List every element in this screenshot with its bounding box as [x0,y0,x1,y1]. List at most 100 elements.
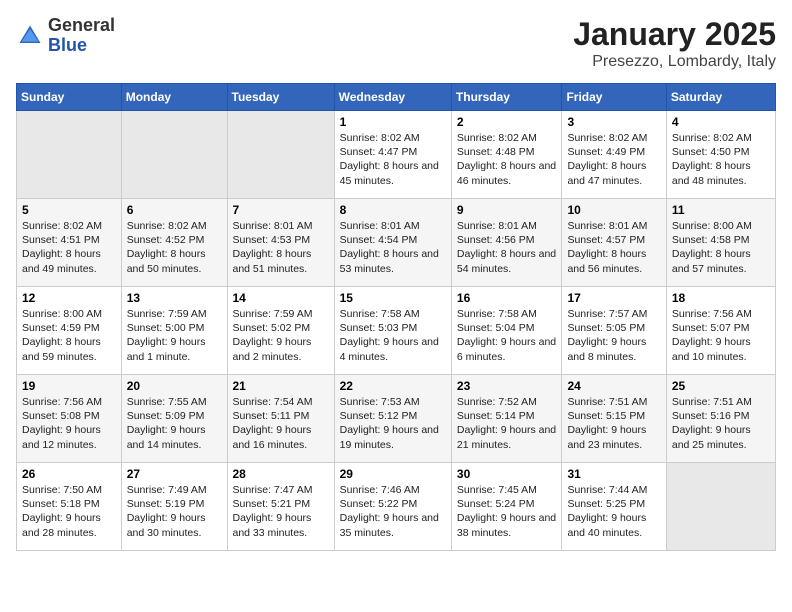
calendar-week-row: 1 Sunrise: 8:02 AMSunset: 4:47 PMDayligh… [17,111,776,199]
day-number: 12 [22,291,116,305]
day-info: Sunrise: 7:56 AMSunset: 5:08 PMDaylight:… [22,395,116,452]
day-info: Sunrise: 7:58 AMSunset: 5:04 PMDaylight:… [457,307,557,364]
calendar-cell: 2 Sunrise: 8:02 AMSunset: 4:48 PMDayligh… [451,111,562,199]
calendar-week-row: 12 Sunrise: 8:00 AMSunset: 4:59 PMDaylig… [17,287,776,375]
day-info: Sunrise: 7:51 AMSunset: 5:15 PMDaylight:… [567,395,660,452]
calendar-cell [227,111,334,199]
logo: General Blue [16,16,115,56]
calendar-week-row: 5 Sunrise: 8:02 AMSunset: 4:51 PMDayligh… [17,199,776,287]
calendar-cell [121,111,227,199]
day-number: 14 [233,291,329,305]
day-number: 25 [672,379,770,393]
header-day: Sunday [17,84,122,111]
day-number: 1 [340,115,446,129]
day-number: 5 [22,203,116,217]
logo-blue: Blue [48,36,115,56]
calendar-cell: 30 Sunrise: 7:45 AMSunset: 5:24 PMDaylig… [451,463,562,551]
calendar-cell [17,111,122,199]
logo-icon [16,22,44,50]
day-info: Sunrise: 7:47 AMSunset: 5:21 PMDaylight:… [233,483,329,540]
calendar-cell: 1 Sunrise: 8:02 AMSunset: 4:47 PMDayligh… [334,111,451,199]
calendar-cell: 13 Sunrise: 7:59 AMSunset: 5:00 PMDaylig… [121,287,227,375]
day-info: Sunrise: 8:00 AMSunset: 4:58 PMDaylight:… [672,219,770,276]
calendar-cell: 24 Sunrise: 7:51 AMSunset: 5:15 PMDaylig… [562,375,666,463]
day-number: 9 [457,203,557,217]
day-info: Sunrise: 7:50 AMSunset: 5:18 PMDaylight:… [22,483,116,540]
day-info: Sunrise: 7:54 AMSunset: 5:11 PMDaylight:… [233,395,329,452]
calendar-week-row: 26 Sunrise: 7:50 AMSunset: 5:18 PMDaylig… [17,463,776,551]
day-number: 24 [567,379,660,393]
day-info: Sunrise: 8:01 AMSunset: 4:57 PMDaylight:… [567,219,660,276]
header-day: Saturday [666,84,775,111]
day-number: 11 [672,203,770,217]
calendar-cell: 26 Sunrise: 7:50 AMSunset: 5:18 PMDaylig… [17,463,122,551]
day-info: Sunrise: 8:01 AMSunset: 4:56 PMDaylight:… [457,219,557,276]
day-info: Sunrise: 7:52 AMSunset: 5:14 PMDaylight:… [457,395,557,452]
calendar-cell: 22 Sunrise: 7:53 AMSunset: 5:12 PMDaylig… [334,375,451,463]
header-day: Friday [562,84,666,111]
day-info: Sunrise: 7:57 AMSunset: 5:05 PMDaylight:… [567,307,660,364]
day-number: 2 [457,115,557,129]
day-number: 22 [340,379,446,393]
calendar-cell: 28 Sunrise: 7:47 AMSunset: 5:21 PMDaylig… [227,463,334,551]
day-number: 31 [567,467,660,481]
day-info: Sunrise: 8:01 AMSunset: 4:54 PMDaylight:… [340,219,446,276]
day-info: Sunrise: 7:46 AMSunset: 5:22 PMDaylight:… [340,483,446,540]
day-number: 21 [233,379,329,393]
calendar-cell: 21 Sunrise: 7:54 AMSunset: 5:11 PMDaylig… [227,375,334,463]
day-info: Sunrise: 7:56 AMSunset: 5:07 PMDaylight:… [672,307,770,364]
calendar-cell: 12 Sunrise: 8:00 AMSunset: 4:59 PMDaylig… [17,287,122,375]
calendar-cell: 3 Sunrise: 8:02 AMSunset: 4:49 PMDayligh… [562,111,666,199]
day-info: Sunrise: 7:51 AMSunset: 5:16 PMDaylight:… [672,395,770,452]
calendar-title: January 2025 [573,16,776,53]
day-info: Sunrise: 8:01 AMSunset: 4:53 PMDaylight:… [233,219,329,276]
calendar-week-row: 19 Sunrise: 7:56 AMSunset: 5:08 PMDaylig… [17,375,776,463]
calendar-cell: 14 Sunrise: 7:59 AMSunset: 5:02 PMDaylig… [227,287,334,375]
header-day: Wednesday [334,84,451,111]
calendar-cell: 10 Sunrise: 8:01 AMSunset: 4:57 PMDaylig… [562,199,666,287]
day-number: 17 [567,291,660,305]
calendar-table: SundayMondayTuesdayWednesdayThursdayFrid… [16,83,776,551]
header-day: Thursday [451,84,562,111]
day-info: Sunrise: 7:59 AMSunset: 5:02 PMDaylight:… [233,307,329,364]
calendar-cell: 6 Sunrise: 8:02 AMSunset: 4:52 PMDayligh… [121,199,227,287]
day-number: 7 [233,203,329,217]
logo-general: General [48,16,115,36]
calendar-cell: 11 Sunrise: 8:00 AMSunset: 4:58 PMDaylig… [666,199,775,287]
day-number: 3 [567,115,660,129]
day-info: Sunrise: 7:45 AMSunset: 5:24 PMDaylight:… [457,483,557,540]
header-row: SundayMondayTuesdayWednesdayThursdayFrid… [17,84,776,111]
calendar-cell: 19 Sunrise: 7:56 AMSunset: 5:08 PMDaylig… [17,375,122,463]
day-info: Sunrise: 8:02 AMSunset: 4:49 PMDaylight:… [567,131,660,188]
calendar-cell: 18 Sunrise: 7:56 AMSunset: 5:07 PMDaylig… [666,287,775,375]
page-header: General Blue January 2025 Presezzo, Lomb… [16,16,776,71]
title-block: January 2025 Presezzo, Lombardy, Italy [573,16,776,71]
day-info: Sunrise: 7:49 AMSunset: 5:19 PMDaylight:… [127,483,222,540]
day-number: 8 [340,203,446,217]
logo-text: General Blue [48,16,115,56]
day-info: Sunrise: 7:58 AMSunset: 5:03 PMDaylight:… [340,307,446,364]
calendar-cell [666,463,775,551]
day-info: Sunrise: 8:00 AMSunset: 4:59 PMDaylight:… [22,307,116,364]
calendar-cell: 8 Sunrise: 8:01 AMSunset: 4:54 PMDayligh… [334,199,451,287]
calendar-cell: 25 Sunrise: 7:51 AMSunset: 5:16 PMDaylig… [666,375,775,463]
day-number: 10 [567,203,660,217]
calendar-cell: 15 Sunrise: 7:58 AMSunset: 5:03 PMDaylig… [334,287,451,375]
day-number: 27 [127,467,222,481]
calendar-cell: 20 Sunrise: 7:55 AMSunset: 5:09 PMDaylig… [121,375,227,463]
day-number: 13 [127,291,222,305]
day-number: 18 [672,291,770,305]
day-info: Sunrise: 7:55 AMSunset: 5:09 PMDaylight:… [127,395,222,452]
day-info: Sunrise: 8:02 AMSunset: 4:52 PMDaylight:… [127,219,222,276]
day-number: 15 [340,291,446,305]
day-info: Sunrise: 8:02 AMSunset: 4:50 PMDaylight:… [672,131,770,188]
day-info: Sunrise: 7:44 AMSunset: 5:25 PMDaylight:… [567,483,660,540]
day-info: Sunrise: 8:02 AMSunset: 4:47 PMDaylight:… [340,131,446,188]
day-info: Sunrise: 8:02 AMSunset: 4:51 PMDaylight:… [22,219,116,276]
calendar-cell: 9 Sunrise: 8:01 AMSunset: 4:56 PMDayligh… [451,199,562,287]
calendar-cell: 17 Sunrise: 7:57 AMSunset: 5:05 PMDaylig… [562,287,666,375]
calendar-cell: 16 Sunrise: 7:58 AMSunset: 5:04 PMDaylig… [451,287,562,375]
day-number: 26 [22,467,116,481]
calendar-cell: 27 Sunrise: 7:49 AMSunset: 5:19 PMDaylig… [121,463,227,551]
calendar-cell: 31 Sunrise: 7:44 AMSunset: 5:25 PMDaylig… [562,463,666,551]
